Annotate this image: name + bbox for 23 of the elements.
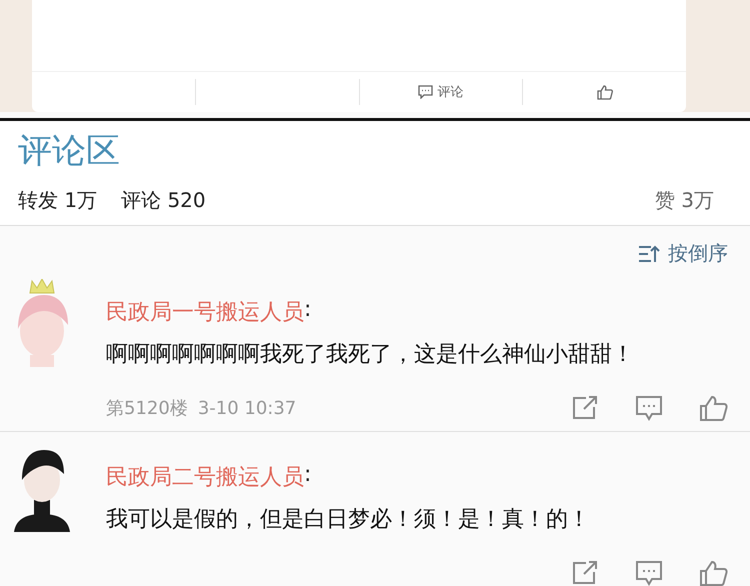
- username[interactable]: 民政局一号搬运人员: [106, 297, 304, 327]
- thumbs-up-icon[interactable]: [700, 395, 728, 421]
- thumbs-up-icon[interactable]: [700, 560, 728, 586]
- comment-time: 3-10 10:37: [198, 398, 296, 418]
- comment-button[interactable]: 评论: [358, 79, 522, 105]
- comment-text: 啊啊啊啊啊啊啊我死了我死了，这是什么神仙小甜甜！: [106, 341, 635, 369]
- colon: :: [304, 462, 312, 489]
- sort-icon: [638, 244, 660, 264]
- comment-count: 评论 520: [121, 186, 206, 214]
- comment-icon[interactable]: [636, 396, 662, 420]
- thumbs-up-icon: [596, 84, 613, 100]
- share-icon[interactable]: [572, 561, 598, 585]
- colon: :: [304, 297, 312, 324]
- repost-count: 转发 1万: [18, 186, 98, 214]
- username[interactable]: 民政局二号搬运人员: [106, 462, 304, 492]
- section-title: 评论区: [18, 130, 121, 173]
- comment-text: 我可以是假的，但是白日梦必！须！是！真！的！: [106, 506, 591, 534]
- floor-number: 第5120楼: [106, 397, 188, 420]
- comment-icon: [418, 85, 434, 99]
- like-count: 赞 3万: [654, 186, 714, 214]
- sort-button[interactable]: 按倒序: [638, 240, 728, 267]
- comment-icon[interactable]: [636, 560, 662, 586]
- share-icon[interactable]: [572, 396, 598, 420]
